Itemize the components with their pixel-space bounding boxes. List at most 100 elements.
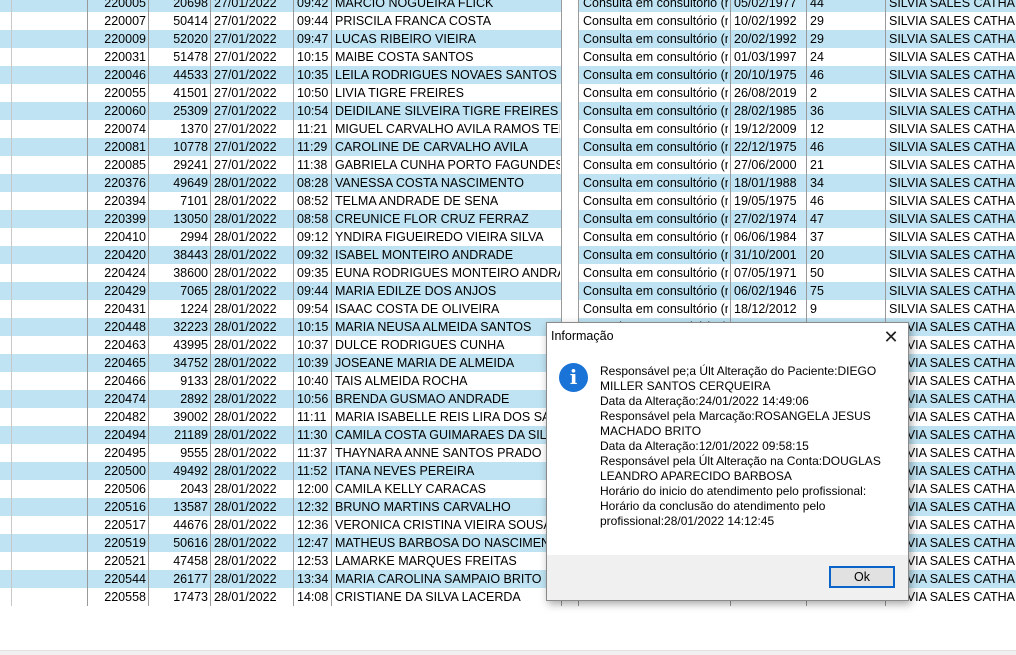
table-row[interactable]: 220074 1370 27/01/2022 11:21 MIGUEL CARVALHO… <box>0 120 1016 138</box>
cell-time: 11:29 <box>297 140 328 154</box>
cell-time: 12:00 <box>297 482 329 496</box>
cell-code: 7065 <box>180 284 208 298</box>
table-row[interactable]: 220420 38443 28/01/2022 09:32 ISABEL MONTEIR… <box>0 246 1016 264</box>
cell-code: 25309 <box>173 104 208 118</box>
dialog-line: profissional:28/01/2022 14:12:45 <box>600 514 775 528</box>
cell-name: PRISCILA FRANCA COSTA <box>335 14 492 28</box>
cell-nasc: 06/06/1984 <box>734 230 797 244</box>
cell-name: ISABEL MONTEIRO ANDRADE <box>335 248 514 262</box>
cell-tipo: Consulta em consultório (n <box>583 0 728 10</box>
dialog-line: Data da Alteração:24/01/2022 14:49:06 <box>600 394 809 408</box>
cell-time: 10:39 <box>297 356 329 370</box>
cell-code: 38600 <box>173 266 208 280</box>
dialog-line: MILLER SANTOS CERQUEIRA <box>600 379 771 393</box>
cell-name: DULCE RODRIGUES CUNHA <box>335 338 505 352</box>
cell-name: TAIS ALMEIDA ROCHA <box>335 374 468 388</box>
cell-id: 220495 <box>104 446 146 460</box>
cell-idade: 34 <box>810 176 824 190</box>
table-row[interactable]: 220394 7101 28/01/2022 08:52 TELMA ANDRADE D… <box>0 192 1016 210</box>
cell-name: LAMARKE MARQUES FREITAS <box>335 554 517 568</box>
dialog-titlebar[interactable]: Informação ✕ <box>547 323 908 351</box>
cell-time: 10:37 <box>297 338 329 352</box>
cell-date: 28/01/2022 <box>214 212 277 226</box>
dialog-title: Informação <box>551 329 614 343</box>
ok-button[interactable]: Ok <box>829 566 895 588</box>
cell-time: 12:32 <box>297 500 329 514</box>
cell-code: 13050 <box>173 212 208 226</box>
cell-idade: 75 <box>810 284 824 298</box>
cell-date: 28/01/2022 <box>214 536 277 550</box>
cell-date: 28/01/2022 <box>214 464 277 478</box>
table-row[interactable]: 220081 10778 27/01/2022 11:29 CAROLINE DE CA… <box>0 138 1016 156</box>
cell-name: CRISTIANE DA SILVA LACERDA <box>335 590 521 604</box>
cell-time: 09:12 <box>297 230 329 244</box>
table-row[interactable]: 220055 41501 27/01/2022 10:50 LIVIA TIGRE FR… <box>0 84 1016 102</box>
cell-prof: SILVIA SALES CATHALA <box>889 158 1016 172</box>
table-row[interactable]: 220009 52020 27/01/2022 09:47 LUCAS RIBEIRO … <box>0 30 1016 48</box>
cell-tipo: Consulta em consultório (n <box>583 50 728 64</box>
cell-date: 28/01/2022 <box>214 176 277 190</box>
cell-prof: SILVIA SALES CATHALA <box>889 122 1016 136</box>
column-divider <box>148 0 149 606</box>
cell-time: 09:35 <box>297 266 329 280</box>
cell-id: 220521 <box>104 554 146 568</box>
table-row[interactable]: 220031 51478 27/01/2022 10:15 MAIBE COSTA SA… <box>0 48 1016 66</box>
cell-id: 220420 <box>104 248 146 262</box>
cell-id: 220046 <box>104 68 146 82</box>
cell-nasc: 26/08/2019 <box>734 86 797 100</box>
cell-date: 27/01/2022 <box>214 86 277 100</box>
cell-date: 27/01/2022 <box>214 32 277 46</box>
cell-name: CAMILA COSTA GUIMARAES DA SILVA <box>335 428 560 442</box>
cell-code: 49492 <box>173 464 208 478</box>
info-icon: i <box>559 363 588 392</box>
cell-date: 28/01/2022 <box>214 590 277 604</box>
cell-code: 10778 <box>173 140 208 154</box>
cell-code: 43995 <box>173 338 208 352</box>
cell-idade: 20 <box>810 248 824 262</box>
cell-id: 220516 <box>104 500 146 514</box>
cell-id: 220060 <box>104 104 146 118</box>
cell-nasc: 06/02/1946 <box>734 284 797 298</box>
cell-name: GABRIELA CUNHA PORTO FAGUNDES <box>335 158 560 172</box>
dialog-line: MACHADO BRITO <box>600 424 702 438</box>
cell-nasc: 31/10/2001 <box>734 248 797 262</box>
cell-code: 50414 <box>173 14 208 28</box>
cell-id: 220517 <box>104 518 146 532</box>
table-row[interactable]: 220007 50414 27/01/2022 09:44 PRISCILA FRANC… <box>0 12 1016 30</box>
cell-tipo: Consulta em consultório (n <box>583 266 728 280</box>
cell-time: 10:56 <box>297 392 329 406</box>
close-icon[interactable]: ✕ <box>880 326 902 348</box>
cell-prof: SILVIA SALES CATHALA <box>889 230 1016 244</box>
cell-time: 11:38 <box>297 158 328 172</box>
cell-code: 44676 <box>173 518 208 532</box>
cell-name: MIGUEL CARVALHO AVILA RAMOS TEIXE <box>335 122 560 136</box>
cell-code: 7101 <box>180 194 208 208</box>
cell-name: VERONICA CRISTINA VIEIRA SOUSA <box>335 518 552 532</box>
cell-date: 27/01/2022 <box>214 68 277 82</box>
table-row[interactable]: 220410 2994 28/01/2022 09:12 YNDIRA FIGUEIRE… <box>0 228 1016 246</box>
table-row[interactable]: 220424 38600 28/01/2022 09:35 EUNA RODRIGUES… <box>0 264 1016 282</box>
cell-id: 220005 <box>104 0 146 10</box>
column-divider <box>11 0 12 606</box>
table-row[interactable]: 220376 49649 28/01/2022 08:28 VANESSA COSTA … <box>0 174 1016 192</box>
cell-code: 29241 <box>173 158 208 172</box>
cell-code: 21189 <box>174 428 208 442</box>
table-row[interactable]: 220429 7065 28/01/2022 09:44 MARIA EDILZE DO… <box>0 282 1016 300</box>
cell-tipo: Consulta em consultório (n <box>583 284 728 298</box>
cell-idade: 46 <box>810 140 824 154</box>
cell-tipo: Consulta em consultório (n <box>583 176 728 190</box>
table-row[interactable]: 220431 1224 28/01/2022 09:54 ISAAC COSTA DE … <box>0 300 1016 318</box>
cell-date: 28/01/2022 <box>214 392 277 406</box>
table-row[interactable]: 220399 13050 28/01/2022 08:58 CREUNICE FLOR … <box>0 210 1016 228</box>
cell-name: MAIBE COSTA SANTOS <box>335 50 474 64</box>
cell-code: 44533 <box>173 68 208 82</box>
table-row[interactable]: 220046 44533 27/01/2022 10:35 LEILA RODRIGUE… <box>0 66 1016 84</box>
cell-date: 28/01/2022 <box>214 302 277 316</box>
cell-tipo: Consulta em consultório (n <box>583 158 728 172</box>
table-row[interactable]: 220085 29241 27/01/2022 11:38 GABRIELA CUNHA… <box>0 156 1016 174</box>
table-row[interactable]: 220060 25309 27/01/2022 10:54 DEIDILANE SILV… <box>0 102 1016 120</box>
cell-prof: SILVIA SALES CATHALA <box>889 248 1016 262</box>
table-row[interactable]: 220005 20698 27/01/2022 09:42 MARCIO NOGUEIR… <box>0 0 1016 12</box>
cell-nasc: 19/12/2009 <box>734 122 797 136</box>
cell-id: 220055 <box>104 86 146 100</box>
